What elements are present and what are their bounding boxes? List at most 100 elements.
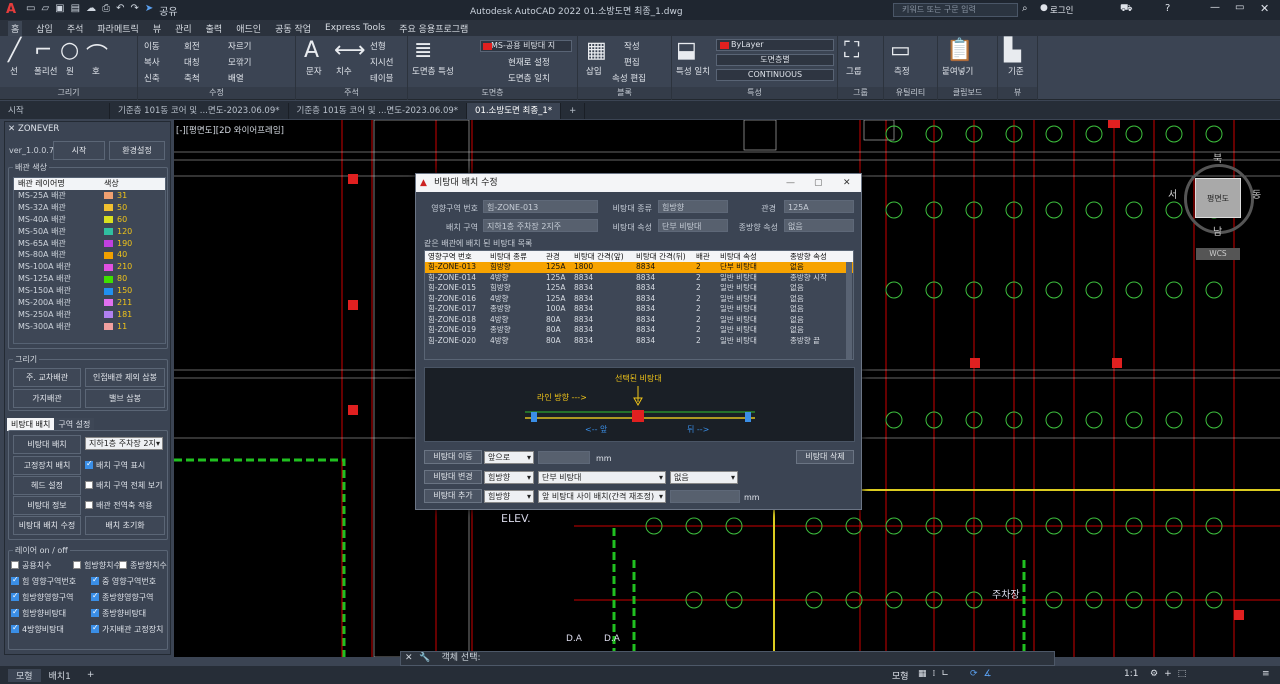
command-line[interactable]: ✕ 🔧 객체 선택: [400, 651, 1055, 666]
check-global-axis-box[interactable] [85, 501, 93, 509]
insert-icon[interactable]: ▦ [586, 38, 607, 63]
fixture-place-button[interactable]: 고정장치 배치 [13, 456, 81, 475]
hanger-row[interactable]: 힘-ZONE-019 종방향 80A 8834 8834 2 일반 비탕대 없음 [425, 325, 853, 336]
settings-button[interactable]: 환경설정 [109, 141, 165, 160]
paste-button[interactable]: 붙여넣기 [942, 65, 973, 77]
hanger-col-header[interactable]: 비탕대 간격(뒤) [633, 251, 693, 262]
properties-panel-label[interactable]: 특성 [672, 87, 837, 99]
layer-toggle-checkbox[interactable] [11, 623, 19, 633]
layer-toggle[interactable]: 힘방향치수 [73, 560, 121, 571]
redo-icon[interactable]: ↷ [130, 3, 138, 18]
hanger-row[interactable]: 힘-ZONE-016 4방향 125A 8834 8834 2 일반 비탕대 없음 [425, 294, 853, 305]
zone-select[interactable]: 지하1층 주차장 2지 [85, 437, 163, 450]
maximize-button[interactable]: ▭ [1235, 2, 1244, 13]
pipe-layer-color[interactable]: 210 [104, 261, 164, 273]
layer-toggle-checkbox[interactable] [91, 591, 99, 601]
dimension-icon[interactable]: ⟷ [334, 38, 366, 63]
layer-toggle[interactable]: 종방향치수 [119, 560, 167, 571]
new-tab-button[interactable]: + [561, 103, 586, 119]
viewcube-top-face[interactable]: 평면도 [1195, 178, 1241, 218]
pipe-layer-row[interactable]: MS-65A 배관 190 [14, 238, 165, 250]
annotation-panel-label[interactable]: 주석 [296, 87, 407, 99]
hanger-col-header[interactable]: 종방향 속성 [787, 251, 847, 262]
doc-tab-1[interactable]: 기준층 101동 코어 및 ...면도-2023.06.09* [110, 103, 289, 119]
match-layer-button[interactable]: 도면층 일치 [508, 72, 550, 84]
arc-button[interactable]: 호 [92, 65, 100, 77]
cross-pipe-button[interactable]: 주. 교차배관 [13, 368, 81, 387]
pipe-layer-row[interactable]: MS-32A 배관 50 [14, 202, 165, 214]
compass-east[interactable]: 동 [1252, 186, 1261, 201]
compass-west[interactable]: 서 [1168, 186, 1177, 201]
help-icon[interactable]: ? [1165, 3, 1170, 14]
color-dropdown[interactable]: ByLayer [716, 39, 834, 51]
hanger-place-button[interactable]: 비탕대 배치 [13, 435, 81, 454]
add-distance-input[interactable] [670, 490, 740, 503]
dialog-minimize-button[interactable]: — [786, 174, 795, 192]
cart-icon[interactable]: ⛟ [1120, 3, 1133, 16]
pipe-layer-row[interactable]: MS-100A 배관 210 [14, 261, 165, 273]
hanger-col-header[interactable]: 비탕대 속성 [717, 251, 787, 262]
pipe-layer-color[interactable]: 60 [104, 214, 164, 226]
layer-toggle-checkbox[interactable] [91, 607, 99, 617]
add-mode-select[interactable]: 앞 비탕대 사이 배치(간격 재조정) [538, 490, 666, 503]
line-icon[interactable]: ╱ [8, 38, 21, 63]
draw-panel-label[interactable]: 그리기 [0, 87, 137, 99]
search-icon[interactable]: ⌕ [1022, 3, 1028, 14]
pipe-layer-color[interactable]: 120 [104, 226, 164, 238]
tab-addins[interactable]: 애드인 [236, 22, 261, 35]
leader-button[interactable]: 지시선 [370, 56, 393, 68]
pipe-layer-row[interactable]: MS-250A 배관 181 [14, 309, 165, 321]
cmd-close-icon[interactable]: ✕ [401, 653, 413, 663]
hanger-row[interactable]: 힘-ZONE-014 4방향 125A 8834 8834 2 일반 비탕대 종방향 시작 [425, 273, 853, 284]
customize-status-icon[interactable]: ≡ [1262, 669, 1270, 679]
match-properties-icon[interactable]: ⬓ [676, 38, 697, 63]
pipe-layer-row[interactable]: MS-80A 배관 40 [14, 249, 165, 261]
scale-button[interactable]: 축척 [184, 72, 200, 84]
model-space-button[interactable]: 모형 [892, 669, 909, 682]
table-button[interactable]: 테이블 [370, 72, 393, 84]
hanger-col-header[interactable]: 비탕대 간격(앞) [571, 251, 633, 262]
hanger-move-button[interactable]: 비탕대 이동 [424, 450, 482, 464]
login-button[interactable]: 로그인 [1050, 4, 1073, 16]
drafting-toggles[interactable]: ▦⁞∟ [918, 669, 955, 679]
base-view-button[interactable]: 기준 [1008, 65, 1024, 77]
viewport-controls[interactable]: [-][평면도][2D 와이어프레임] [176, 124, 284, 136]
polyline-button[interactable]: 폴리선 [34, 65, 57, 77]
annotation-scale[interactable]: 1:1 [1124, 669, 1138, 679]
linetype-dropdown[interactable]: 도면층별 [716, 54, 834, 66]
change-long-select[interactable]: 없음 [670, 471, 738, 484]
linear-button[interactable]: 선형 [370, 40, 386, 52]
pipe-layer-row[interactable]: MS-200A 배관 211 [14, 297, 165, 309]
valve-insert-button[interactable]: 밸브 삽봉 [85, 389, 165, 408]
pipe-layer-table[interactable]: 배관 레이어명 색상 MS-25A 배관 31 MS-32A 배관 50 MS-40A … [13, 177, 166, 344]
tab-insert[interactable]: 삽입 [36, 22, 53, 35]
layer-toggle[interactable]: 가지배관 고정장치 [91, 623, 163, 635]
minimize-button[interactable]: — [1210, 2, 1220, 13]
block-panel-label[interactable]: 블록 [578, 87, 671, 99]
layer-toggle[interactable]: 4방향비탕대 [11, 623, 64, 635]
list-scrollbar[interactable] [846, 262, 852, 359]
insert-button[interactable]: 삽입 [586, 65, 602, 77]
fillet-button[interactable]: 모깎기 [228, 56, 251, 68]
cmd-customize-icon[interactable]: 🔧 [415, 653, 430, 663]
pipe-layer-row[interactable]: MS-25A 배관 31 [14, 190, 165, 202]
palette-close-icon[interactable]: ✕ [8, 124, 15, 134]
pipe-layer-color[interactable]: 80 [104, 273, 164, 285]
hanger-row[interactable]: 힘-ZONE-017 종방향 100A 8834 8834 2 일반 비탕대 없음 [425, 304, 853, 315]
tab-featured-apps[interactable]: 주요 응용프로그램 [399, 22, 468, 35]
add-type-select[interactable]: 힘방향 [484, 490, 534, 503]
layer-toggle-checkbox[interactable] [91, 623, 99, 633]
osnap-toggles[interactable]: ⟳∡ [970, 669, 998, 679]
layer-properties-icon[interactable]: ≣ [414, 38, 432, 63]
pipe-layer-color[interactable]: 190 [104, 238, 164, 250]
autocad-logo[interactable]: A [0, 0, 22, 20]
doc-tab-start[interactable]: 시작 [0, 103, 110, 119]
add-layout-button[interactable]: + [79, 670, 103, 680]
create-block-button[interactable]: 작성 [624, 40, 640, 52]
hanger-row[interactable]: 힘-ZONE-020 4방향 80A 8834 8834 2 일반 비탕대 종방향 끝 [425, 336, 853, 347]
start-button[interactable]: 시작 [53, 141, 105, 160]
print-icon[interactable]: ⎙ [102, 3, 110, 18]
tab-home[interactable]: 홈 [8, 20, 23, 36]
pipe-layer-color[interactable]: 50 [104, 202, 164, 214]
hanger-add-button[interactable]: 비탕대 추가 [424, 489, 482, 503]
